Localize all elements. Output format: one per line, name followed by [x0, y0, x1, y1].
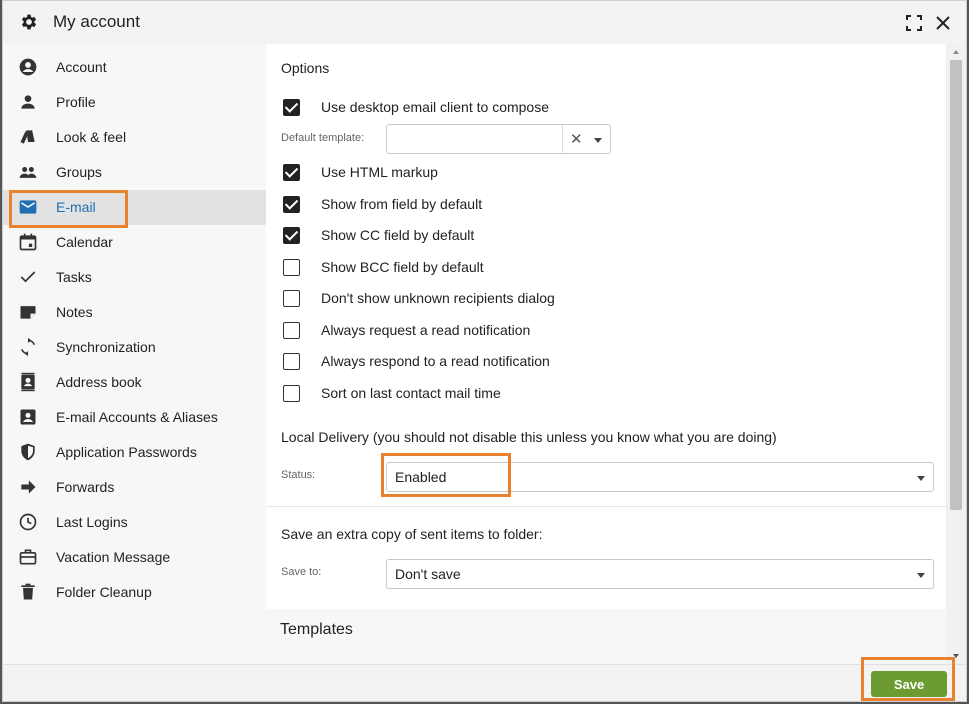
sidebar-item-calendar[interactable]: Calendar — [3, 225, 266, 260]
options-title: Options — [281, 60, 330, 76]
checkbox-label: Always request a read notification — [321, 322, 531, 338]
chevron-down-icon[interactable] — [917, 573, 925, 578]
status-label: Status: — [281, 469, 316, 481]
save-to-label: Save to: — [281, 566, 322, 578]
maximize-icon[interactable] — [905, 14, 923, 32]
briefcase-icon — [19, 549, 37, 565]
local-delivery-title: Local Delivery (you should not disable t… — [281, 429, 777, 445]
checkbox-box[interactable] — [283, 353, 300, 370]
sidebar-item-application-passwords[interactable]: Application Passwords — [3, 435, 266, 470]
sidebar-item-label: Account — [56, 59, 107, 75]
sidebar-item-email-accounts[interactable]: E-mail Accounts & Aliases — [3, 400, 266, 435]
note-icon — [20, 306, 36, 319]
account-circle-icon — [19, 58, 37, 76]
scroll-down-icon[interactable] — [953, 654, 959, 658]
sidebar-item-label: Application Passwords — [56, 444, 197, 460]
sidebar-item-label: Groups — [56, 164, 102, 180]
sidebar-item-last-logins[interactable]: Last Logins — [3, 505, 266, 540]
checkbox-box[interactable] — [283, 259, 300, 276]
checkbox-label: Show BCC field by default — [321, 259, 484, 275]
default-template-select[interactable]: ✕ — [386, 124, 611, 154]
save-to-select[interactable]: Don't save — [386, 559, 934, 589]
sidebar-item-label: Address book — [56, 374, 142, 390]
dialog-titlebar: My account — [3, 1, 966, 44]
checkbox-label: Sort on last contact mail time — [321, 385, 501, 401]
status-select[interactable]: Enabled — [386, 462, 934, 492]
chevron-down-icon[interactable] — [917, 476, 925, 481]
checkbox-box[interactable] — [283, 164, 300, 181]
sync-icon — [20, 337, 36, 357]
settings-sidebar: Account Profile Look & feel Groups E-mai… — [3, 44, 266, 664]
section-divider — [266, 506, 946, 507]
sidebar-item-label: Last Logins — [56, 514, 128, 530]
vertical-scrollbar[interactable] — [946, 44, 966, 664]
sidebar-item-vacation-message[interactable]: Vacation Message — [3, 540, 266, 575]
check-icon — [20, 271, 36, 283]
templates-title: Templates — [280, 621, 353, 638]
scrollbar-thumb[interactable] — [950, 60, 962, 510]
shield-icon — [21, 443, 35, 461]
clear-icon[interactable]: ✕ — [570, 130, 583, 148]
checkbox-box[interactable] — [283, 290, 300, 307]
sidebar-item-groups[interactable]: Groups — [3, 155, 266, 190]
sidebar-item-label: Forwards — [56, 479, 115, 495]
sidebar-item-label: Vacation Message — [56, 549, 171, 565]
checkbox-box[interactable] — [283, 322, 300, 339]
person-icon — [21, 95, 35, 109]
sidebar-item-label: Tasks — [56, 269, 92, 285]
calendar-icon — [19, 233, 37, 251]
sidebar-item-folder-cleanup[interactable]: Folder Cleanup — [3, 575, 266, 610]
checkbox-label: Use desktop email client to compose — [321, 99, 549, 115]
sidebar-item-email[interactable]: E-mail — [3, 190, 266, 225]
sidebar-item-label: Synchronization — [56, 339, 156, 355]
close-icon[interactable] — [933, 13, 953, 33]
gear-icon — [21, 14, 37, 30]
save-to-value: Don't save — [395, 566, 461, 582]
sidebar-item-forwards[interactable]: Forwards — [3, 470, 266, 505]
sidebar-item-profile[interactable]: Profile — [3, 85, 266, 120]
checkbox-label: Show from field by default — [321, 196, 483, 212]
checkbox-box[interactable] — [283, 196, 300, 213]
select-separator — [562, 125, 563, 153]
checkbox-label: Use HTML markup — [321, 164, 438, 180]
sidebar-item-label: Folder Cleanup — [56, 584, 152, 600]
clock-icon — [19, 513, 37, 531]
mail-icon — [19, 200, 37, 214]
sent-copy-title: Save an extra copy of sent items to fold… — [281, 526, 543, 542]
options-card: Options Use desktop email client to comp… — [266, 44, 946, 609]
sidebar-item-address-book[interactable]: Address book — [3, 365, 266, 400]
my-account-dialog: My account Account Profile Look & feel G… — [2, 0, 967, 702]
checkbox-box[interactable] — [283, 99, 300, 116]
sidebar-item-notes[interactable]: Notes — [3, 295, 266, 330]
status-value: Enabled — [395, 469, 447, 485]
sidebar-item-account[interactable]: Account — [3, 50, 266, 85]
dialog-title: My account — [53, 12, 140, 31]
checkbox-label: Always respond to a read notification — [321, 353, 550, 369]
arrow-right-icon — [21, 480, 36, 494]
checkbox-box[interactable] — [283, 385, 300, 402]
checkbox-box[interactable] — [283, 227, 300, 244]
default-template-label: Default template: — [281, 132, 365, 144]
sidebar-item-label: E-mail Accounts & Aliases — [56, 409, 218, 425]
checkbox-label: Don't show unknown recipients dialog — [321, 290, 555, 306]
trash-icon — [21, 583, 35, 600]
account-box-icon — [20, 409, 36, 425]
dialog-footer: Save — [3, 664, 966, 701]
checkbox-label: Show CC field by default — [321, 227, 475, 243]
save-button[interactable]: Save — [871, 671, 947, 697]
sidebar-item-label: E-mail — [56, 199, 96, 215]
contacts-icon — [21, 372, 35, 392]
scroll-up-icon[interactable] — [953, 50, 959, 54]
style-icon — [20, 130, 35, 144]
sidebar-item-synchronization[interactable]: Synchronization — [3, 330, 266, 365]
sidebar-item-look-feel[interactable]: Look & feel — [3, 120, 266, 155]
chevron-down-icon[interactable] — [594, 138, 602, 143]
group-icon — [19, 167, 37, 178]
email-settings-panel: Options Use desktop email client to comp… — [266, 44, 946, 664]
sidebar-item-label: Profile — [56, 94, 96, 110]
sidebar-item-label: Notes — [56, 304, 93, 320]
sidebar-item-label: Look & feel — [56, 129, 127, 145]
sidebar-item-label: Calendar — [56, 234, 113, 250]
sidebar-item-tasks[interactable]: Tasks — [3, 260, 266, 295]
